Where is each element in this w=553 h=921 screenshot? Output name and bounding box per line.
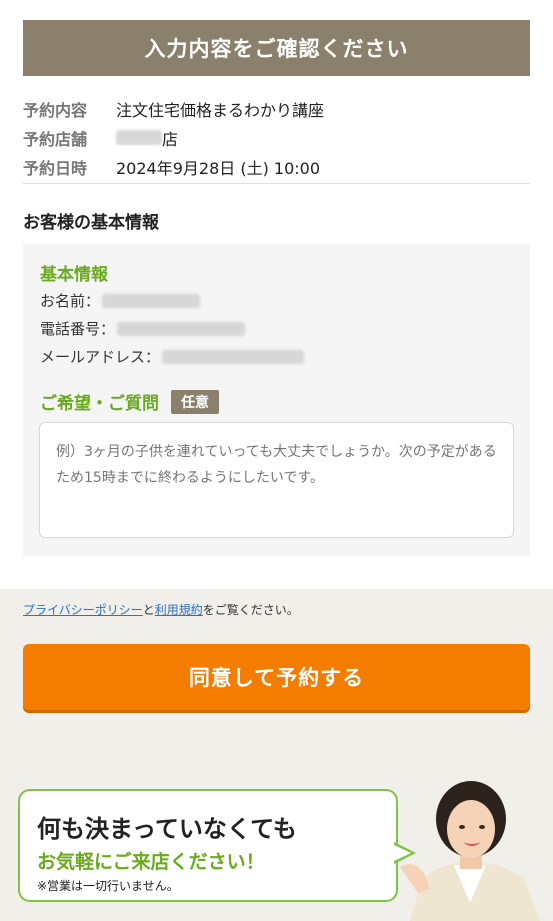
summary-row-course: 予約内容 注文住宅価格まるわかり講座 <box>23 94 530 123</box>
request-textarea[interactable] <box>39 422 514 538</box>
summary-value: 店 <box>162 129 179 149</box>
summary-value: 2024年9月28日 (土) 10:00 <box>116 158 321 178</box>
email-label: メールアドレス： <box>40 348 161 366</box>
promo-speech-bubble: 何も決まっていなくても お気軽にご来店ください！ ※営業は一切行いません。 <box>18 789 398 902</box>
request-header: ご希望・ご質問 任意 <box>40 389 219 414</box>
redacted-name <box>102 293 201 308</box>
privacy-policy-link[interactable]: プライバシーポリシー <box>23 603 143 617</box>
summary-label: 予約日時 <box>23 158 88 178</box>
redacted-phone <box>117 321 246 336</box>
optional-badge: 任意 <box>171 389 219 414</box>
phone-line: 電話番号： <box>40 318 246 339</box>
consent-suffix: をご覧ください。 <box>202 603 299 617</box>
promo-line-2: お気軽にご来店ください！ <box>37 851 265 873</box>
promo-line-3: ※営業は一切行いません。 <box>37 879 179 893</box>
divider <box>23 183 530 184</box>
confirm-area: プライバシーポリシーと利用規約をご覧ください。 同意して予約する 何も決まってい… <box>0 589 553 921</box>
consent-text: プライバシーポリシーと利用規約をご覧ください。 <box>23 601 299 618</box>
request-title: ご希望・ご質問 <box>40 394 159 414</box>
consent-and: と <box>142 603 155 617</box>
staff-woman-illustration <box>400 781 540 921</box>
summary-row-store: 予約店舗 店 <box>23 123 530 152</box>
reservation-summary: 予約内容 注文住宅価格まるわかり講座 予約店舗 店 予約日時 2024年9月28… <box>23 94 530 181</box>
phone-label: 電話番号： <box>40 320 116 338</box>
summary-row-datetime: 予約日時 2024年9月28日 (土) 10:00 <box>23 152 530 181</box>
summary-label: 予約内容 <box>23 100 88 120</box>
summary-label: 予約店舗 <box>23 129 88 149</box>
section-title: お客様の基本情報 <box>23 213 159 233</box>
terms-link[interactable]: 利用規約 <box>155 603 203 617</box>
page-title: 入力内容をご確認ください <box>23 20 530 76</box>
redacted-email <box>162 349 305 364</box>
name-line: お名前： <box>40 290 201 311</box>
basic-info-title: 基本情報 <box>40 265 108 285</box>
redacted-store-name <box>116 130 162 145</box>
summary-value: 注文住宅価格まるわかり講座 <box>116 100 325 120</box>
agree-and-reserve-button[interactable]: 同意して予約する <box>23 644 530 710</box>
name-label: お名前： <box>40 292 101 310</box>
customer-info-box: 基本情報 お名前： 電話番号： メールアドレス： ご希望・ご質問 任意 <box>23 244 530 556</box>
email-line: メールアドレス： <box>40 346 305 367</box>
promo-line-1: 何も決まっていなくても <box>37 815 297 843</box>
